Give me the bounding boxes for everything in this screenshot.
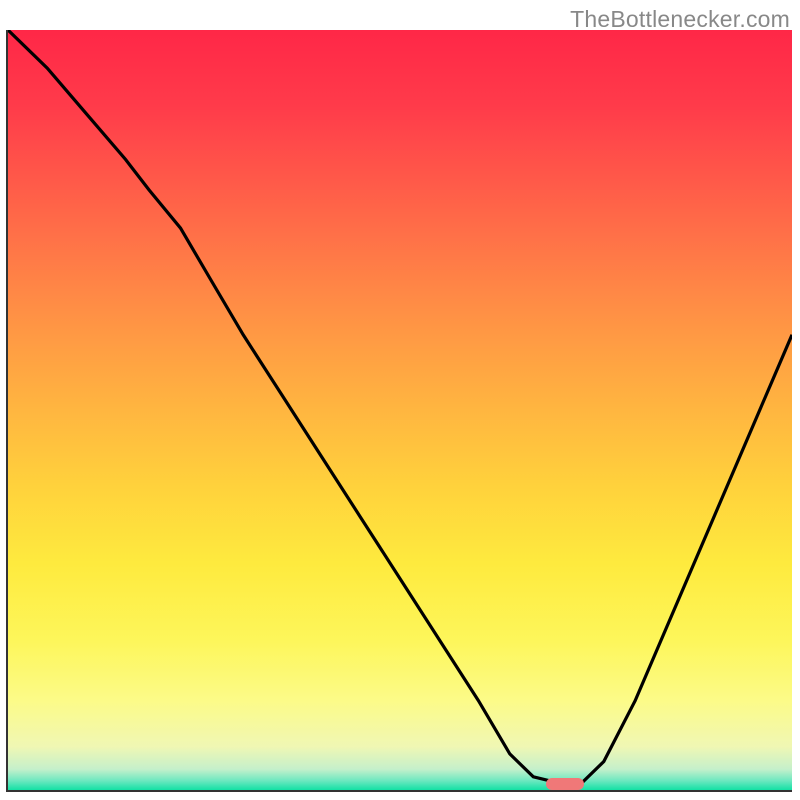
y-axis [6,30,8,792]
x-axis [6,790,792,792]
optimal-marker [546,778,584,790]
bottleneck-curve [8,30,792,792]
attribution-text: TheBottlenecker.com [570,6,790,33]
curve-path [8,30,792,784]
